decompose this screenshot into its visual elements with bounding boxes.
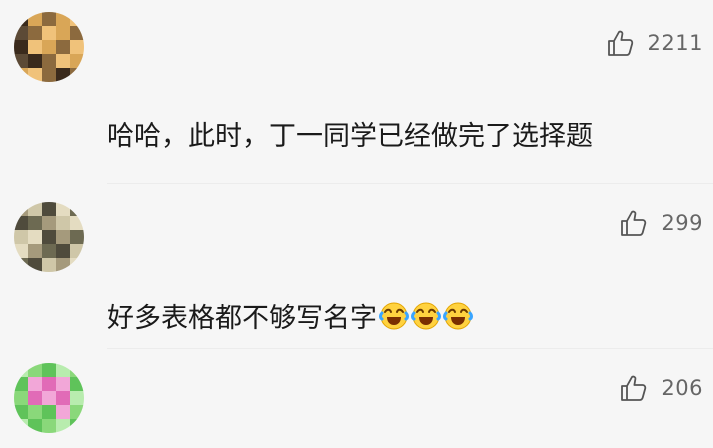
avatar-pixel <box>56 68 70 82</box>
avatar-pixel <box>14 26 28 40</box>
avatar[interactable] <box>14 202 84 272</box>
avatar[interactable] <box>14 12 84 82</box>
comment-text: 好多表格都不够写名字 <box>107 296 473 335</box>
laughing-crying-emoji <box>443 301 473 331</box>
avatar-pixel <box>56 244 70 258</box>
avatar-pixel <box>28 244 42 258</box>
avatar-pixel <box>42 405 56 419</box>
avatar-pixel <box>14 216 28 230</box>
like-button[interactable]: 206 <box>619 373 703 403</box>
avatar-pixel <box>56 258 70 272</box>
avatar-pixel <box>42 202 56 216</box>
avatar-pixel <box>14 391 28 405</box>
avatar-pixel <box>42 391 56 405</box>
avatar-pixel <box>42 230 56 244</box>
avatar-pixel <box>56 377 70 391</box>
thumbs-up-icon[interactable] <box>606 28 636 58</box>
avatar-pixel <box>56 40 70 54</box>
like-count: 299 <box>661 211 703 235</box>
avatar-pixel <box>42 54 56 68</box>
avatar-pixel <box>70 230 84 244</box>
avatar-pixel <box>42 419 56 433</box>
avatar-pixel <box>42 244 56 258</box>
avatar-pixel <box>56 54 70 68</box>
avatar-pixel <box>28 26 42 40</box>
avatar-pixel <box>56 202 70 216</box>
avatar-pixel <box>42 40 56 54</box>
thumbs-up-icon[interactable] <box>619 208 649 238</box>
thumbs-up-icon[interactable] <box>619 373 649 403</box>
avatar-pixel <box>42 216 56 230</box>
avatar[interactable] <box>14 363 84 433</box>
avatar-pixel <box>70 12 84 26</box>
divider <box>107 348 713 349</box>
avatar-pixel <box>14 230 28 244</box>
comment-text-content: 哈哈，此时，丁一同学已经做完了选择题 <box>107 121 593 152</box>
avatar-pixel <box>28 377 42 391</box>
comment-item: 299 好多表格都不够写名字 <box>0 190 713 355</box>
like-button[interactable]: 299 <box>619 208 703 238</box>
avatar-pixel <box>28 258 42 272</box>
avatar-pixel <box>70 54 84 68</box>
avatar-pixel <box>70 68 84 82</box>
avatar-pixel <box>28 405 42 419</box>
avatar-pixel <box>42 26 56 40</box>
avatar-pixel <box>14 12 28 26</box>
avatar-pixel <box>14 405 28 419</box>
comment-text-content: 好多表格都不够写名字 <box>107 303 377 334</box>
avatar-pixel <box>14 363 28 377</box>
avatar-pixel <box>70 405 84 419</box>
comment-item: 2211 哈哈，此时，丁一同学已经做完了选择题 <box>0 0 713 190</box>
avatar-pixel <box>56 26 70 40</box>
avatar-pixel <box>42 377 56 391</box>
avatar-pixel <box>70 391 84 405</box>
avatar-pixel <box>70 40 84 54</box>
divider <box>107 183 713 184</box>
avatar-pixel <box>28 202 42 216</box>
avatar-pixel <box>56 405 70 419</box>
avatar-pixel <box>42 12 56 26</box>
avatar-pixel <box>28 40 42 54</box>
avatar-pixel <box>28 68 42 82</box>
avatar-pixel <box>28 419 42 433</box>
avatar-pixel <box>42 258 56 272</box>
comment-text: 哈哈，此时，丁一同学已经做完了选择题 <box>107 114 593 153</box>
avatar-pixel <box>28 54 42 68</box>
avatar-pixel <box>70 363 84 377</box>
avatar-pixel <box>70 419 84 433</box>
like-count: 206 <box>661 376 703 400</box>
avatar-pixel <box>56 230 70 244</box>
avatar-pixel <box>14 202 28 216</box>
avatar-pixel <box>56 12 70 26</box>
avatar-pixel <box>14 377 28 391</box>
avatar-pixel <box>56 216 70 230</box>
avatar-pixel <box>56 391 70 405</box>
avatar-pixel <box>42 363 56 377</box>
avatar-pixel <box>42 68 56 82</box>
avatar-pixel <box>14 54 28 68</box>
avatar-pixel <box>14 258 28 272</box>
laughing-crying-emoji <box>411 301 441 331</box>
avatar-pixel <box>14 68 28 82</box>
avatar-pixel <box>28 391 42 405</box>
avatar-pixel <box>28 216 42 230</box>
avatar-pixel <box>70 216 84 230</box>
avatar-pixel <box>70 202 84 216</box>
avatar-pixel <box>70 26 84 40</box>
laughing-crying-emoji <box>379 301 409 331</box>
avatar-pixel <box>56 363 70 377</box>
avatar-pixel <box>28 12 42 26</box>
avatar-pixel <box>70 258 84 272</box>
avatar-pixel <box>14 419 28 433</box>
avatar-pixel <box>14 244 28 258</box>
avatar-pixel <box>70 377 84 391</box>
avatar-pixel <box>70 244 84 258</box>
comment-item: 206 <box>0 355 713 448</box>
avatar-pixel <box>28 230 42 244</box>
avatar-pixel <box>56 419 70 433</box>
like-button[interactable]: 2211 <box>606 28 703 58</box>
avatar-pixel <box>28 363 42 377</box>
like-count: 2211 <box>647 31 703 55</box>
avatar-pixel <box>14 40 28 54</box>
